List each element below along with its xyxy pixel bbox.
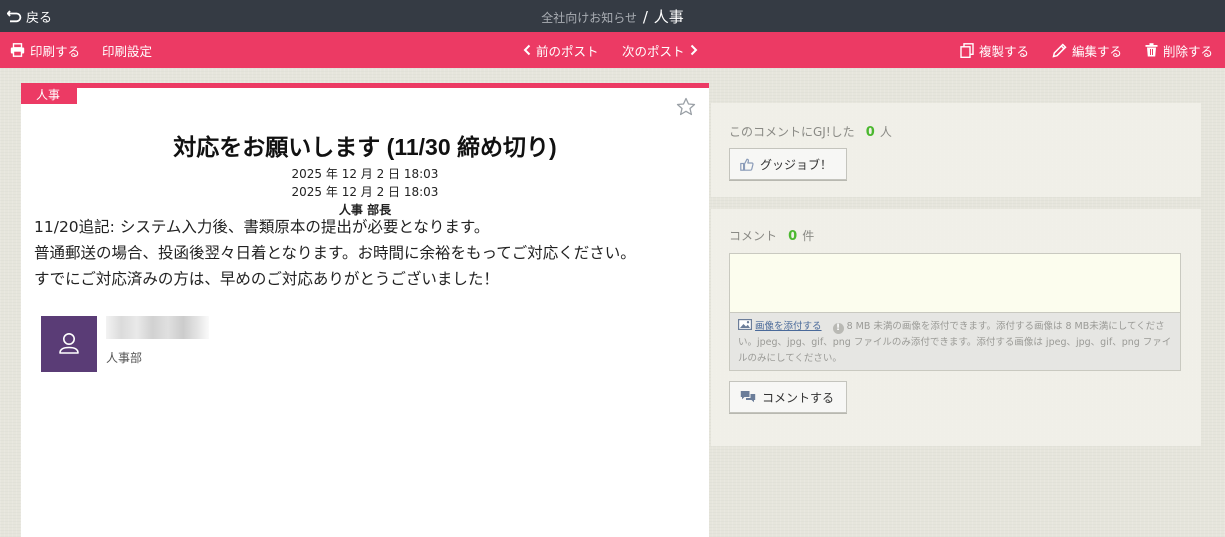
post-updated-at: 2025 年 12 月 2 日 18:03	[291, 185, 439, 199]
post-created-at: 2025 年 12 月 2 日 18:03	[291, 167, 439, 181]
delete-button[interactable]: 削除する	[1145, 32, 1213, 68]
comment-bubble-icon	[740, 391, 756, 403]
comment-panel: コメント 0 件 画像を添付する ! 8 MB 未満の画像を添付できます。添付す…	[711, 209, 1201, 446]
info-icon: !	[832, 323, 844, 334]
good-job-button[interactable]: グッジョブ！	[729, 148, 847, 180]
comment-summary: コメント 0 件	[729, 225, 814, 244]
edit-label: 編集する	[1072, 43, 1123, 59]
chevron-left-icon	[523, 44, 531, 56]
copy-icon	[960, 42, 974, 58]
comment-unit: 件	[802, 229, 815, 243]
next-post-button[interactable]: 次のポスト	[622, 32, 698, 68]
user-icon	[59, 333, 79, 354]
gj-panel: このコメントにGJ!した 0 人 グッジョブ！	[711, 103, 1201, 197]
thumbs-up-icon	[740, 158, 754, 171]
trash-icon	[1145, 43, 1158, 57]
print-label: 印刷する	[30, 43, 81, 59]
edit-button[interactable]: 編集する	[1052, 32, 1122, 68]
author-name-redacted	[106, 316, 209, 339]
printer-icon	[10, 43, 25, 57]
post-toolbar: 印刷する 印刷設定 前のポスト 次のポスト 複製する 編集する 削除する	[0, 32, 1225, 68]
page-title: 全社向けお知らせ / 人事	[0, 6, 1225, 27]
post-body: 11/20追記: システム入力後、書類原本の提出が必要となります。 普通郵送の場…	[34, 214, 694, 292]
post-card: 人事 対応をお願いします (11/30 締め切り) 2025 年 12 月 2 …	[21, 83, 709, 537]
author-avatar[interactable]	[41, 316, 97, 372]
print-settings-button[interactable]: 印刷設定	[102, 32, 152, 68]
print-button[interactable]: 印刷する	[10, 32, 80, 68]
gj-label: このコメントにGJ!した	[729, 125, 855, 139]
gj-unit: 人	[879, 125, 892, 139]
good-job-label: グッジョブ！	[760, 157, 833, 172]
comment-count: 0	[788, 229, 798, 244]
pencil-icon	[1052, 42, 1067, 57]
breadcrumb-board: 人事	[653, 8, 684, 26]
top-bar: 戻る 全社向けお知らせ / 人事	[0, 0, 1225, 32]
comment-input[interactable]	[729, 253, 1181, 313]
post-body-line: すでにご対応済みの方は、早めのご対応ありがとうございました！	[34, 270, 499, 288]
duplicate-label: 複製する	[979, 43, 1030, 59]
star-icon[interactable]	[676, 97, 696, 117]
post-body-line: 普通郵送の場合、投函後翌々日着となります。お時間に余裕をもってご対応ください。	[34, 244, 636, 262]
prev-post-button[interactable]: 前のポスト	[523, 32, 599, 68]
duplicate-button[interactable]: 複製する	[960, 32, 1029, 68]
prev-post-label: 前のポスト	[536, 43, 599, 59]
post-title: 対応をお願いします (11/30 締め切り)	[173, 134, 557, 160]
attach-area: 画像を添付する ! 8 MB 未満の画像を添付できます。添付する画像は 8 MB…	[729, 313, 1181, 371]
breadcrumb-category[interactable]: 全社向けお知らせ	[541, 11, 637, 25]
chevron-right-icon	[690, 44, 697, 56]
delete-label: 削除する	[1163, 43, 1214, 59]
next-post-label: 次のポスト	[622, 43, 685, 59]
category-tag: 人事	[21, 88, 77, 104]
gj-count: 0	[865, 125, 875, 140]
post-body-line: 11/20追記: システム入力後、書類原本の提出が必要となります。	[34, 218, 490, 236]
breadcrumb-separator: /	[642, 8, 648, 26]
image-icon	[738, 319, 753, 331]
print-settings-label: 印刷設定	[102, 43, 153, 59]
author-department: 人事部	[106, 351, 143, 365]
comment-label: コメント	[729, 229, 778, 243]
comment-submit-button[interactable]: コメントする	[729, 381, 847, 413]
comment-submit-label: コメントする	[762, 390, 835, 405]
attach-image-link[interactable]: 画像を添付する	[755, 321, 822, 332]
gj-summary: このコメントにGJ!した 0 人	[729, 121, 892, 140]
